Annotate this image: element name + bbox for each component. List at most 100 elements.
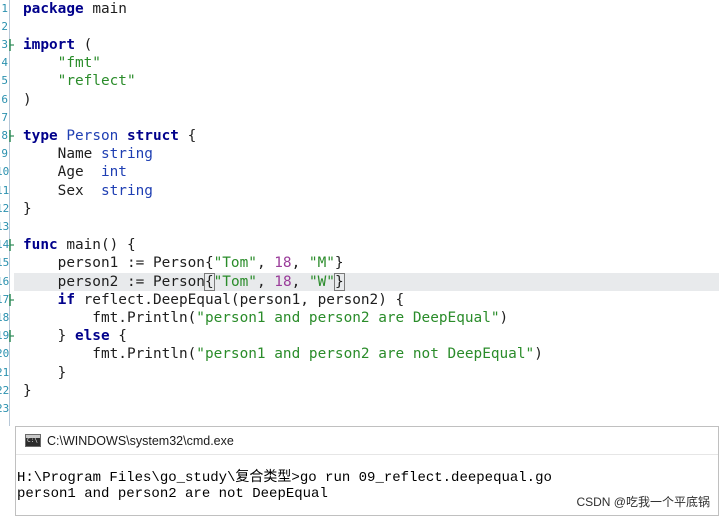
line-number: 15 (0, 256, 10, 270)
code-token: fmt.Println( (23, 346, 197, 363)
line-number: 22 (0, 383, 10, 397)
code-token: } (23, 382, 32, 399)
line-number: 18 (0, 310, 10, 324)
code-line[interactable]: ) (14, 91, 719, 109)
code-line[interactable]: Name string (14, 145, 719, 163)
cmd-title-bar[interactable]: C:\WINDOWS\system32\cmd.exe (16, 427, 718, 455)
line-number: 10 (0, 165, 10, 179)
code-editor[interactable]: 1234567891011121314151617181920212223 pa… (0, 0, 719, 426)
code-token: "W" (308, 273, 335, 290)
line-number: 2 (1, 19, 8, 33)
code-token: if (57, 291, 75, 308)
line-number: 21 (0, 365, 10, 379)
line-number: 5 (1, 74, 8, 88)
fold-toggle-icon[interactable] (9, 236, 15, 254)
fold-toggle-icon[interactable] (9, 291, 15, 309)
code-line[interactable] (14, 18, 719, 36)
line-number: 19 (0, 329, 10, 343)
fold-toggle-icon[interactable] (9, 36, 15, 54)
line-number: 13 (0, 219, 10, 233)
code-token: { (109, 328, 127, 345)
cmd-window-title: C:\WINDOWS\system32\cmd.exe (47, 433, 234, 448)
code-token: Age (23, 164, 101, 181)
fold-toggle-icon[interactable] (9, 327, 15, 345)
code-line[interactable]: } (14, 382, 719, 400)
code-token: person1 := Person{ (23, 255, 214, 272)
console-command-line: H:\Program Files\go_study\复合类型>go run 09… (17, 470, 552, 486)
fold-toggle-icon[interactable] (9, 127, 15, 145)
line-number: 6 (1, 92, 8, 106)
code-line[interactable]: package main (14, 0, 719, 18)
code-line[interactable]: import ( (14, 36, 719, 54)
code-token: "reflect" (57, 73, 136, 90)
code-token: main() { (57, 237, 136, 254)
code-token: import (23, 36, 75, 53)
code-token: "person1 and person2 are not DeepEqual" (196, 346, 535, 363)
line-number: 14 (0, 238, 10, 252)
code-line[interactable]: } else { (14, 327, 719, 345)
code-token: "person1 and person2 are DeepEqual" (196, 309, 500, 326)
code-token: { (178, 127, 197, 144)
code-line[interactable]: } (14, 364, 719, 382)
code-line[interactable] (14, 218, 719, 236)
line-number: 8 (1, 128, 8, 142)
console-output-line: person1 and person2 are not DeepEqual (17, 486, 328, 502)
code-token: } (23, 200, 32, 217)
code-token: 18 (274, 273, 292, 290)
code-line[interactable]: if reflect.DeepEqual(person1, person2) { (14, 291, 719, 309)
code-token: fmt.Println( (23, 309, 197, 326)
code-token: , (291, 255, 309, 272)
line-number-gutter: 1234567891011121314151617181920212223 (0, 0, 10, 426)
line-number: 9 (1, 147, 8, 161)
code-token: "Tom" (213, 255, 257, 272)
code-token: "fmt" (57, 55, 101, 72)
code-line[interactable]: func main() { (14, 236, 719, 254)
line-number: 12 (0, 201, 10, 215)
code-token: ) (23, 91, 32, 108)
code-token: string (100, 182, 153, 199)
code-token: struct (126, 127, 179, 144)
code-token: reflect.DeepEqual(person1, person2) { (74, 291, 405, 308)
code-token: } (334, 255, 344, 272)
code-token: , (256, 255, 275, 272)
line-number: 3 (1, 37, 8, 51)
cmd-app-icon (25, 434, 41, 447)
code-token: } (333, 272, 345, 291)
code-line[interactable]: person1 := Person{"Tom", 18, "M"} (14, 254, 719, 272)
line-number: 23 (0, 401, 10, 415)
code-token: Person (66, 127, 119, 144)
code-line[interactable] (14, 400, 719, 418)
code-token: ) (499, 309, 509, 326)
code-line[interactable] (14, 109, 719, 127)
line-number: 11 (0, 183, 10, 197)
code-token: Name (23, 146, 101, 163)
code-line[interactable]: } (14, 200, 719, 218)
code-token: 18 (274, 255, 292, 272)
code-line[interactable]: Sex string (14, 182, 719, 200)
code-token: ) (534, 346, 543, 363)
code-token: "Tom" (213, 273, 257, 290)
code-token: { (203, 272, 215, 291)
line-number: 20 (0, 347, 10, 361)
code-token: , (291, 273, 309, 290)
code-token: Sex (23, 182, 101, 199)
line-number: 4 (1, 56, 8, 70)
code-line[interactable]: Age int (14, 163, 719, 181)
code-line[interactable]: "fmt" (14, 54, 719, 72)
code-line[interactable]: type Person struct { (14, 127, 719, 145)
code-token: func (23, 237, 58, 254)
code-token: , (256, 273, 275, 290)
code-line[interactable]: "reflect" (14, 72, 719, 90)
code-line[interactable]: fmt.Println("person1 and person2 are Dee… (14, 309, 719, 327)
code-token: else (74, 328, 110, 345)
line-number: 1 (1, 1, 8, 15)
code-token: type (23, 127, 58, 144)
code-token: main (83, 0, 127, 17)
code-line[interactable]: person2 := Person{"Tom", 18, "W"} (14, 272, 719, 291)
code-line[interactable]: fmt.Println("person1 and person2 are not… (14, 345, 719, 363)
csdn-watermark: CSDN @吃我一个平底锅 (576, 495, 710, 509)
